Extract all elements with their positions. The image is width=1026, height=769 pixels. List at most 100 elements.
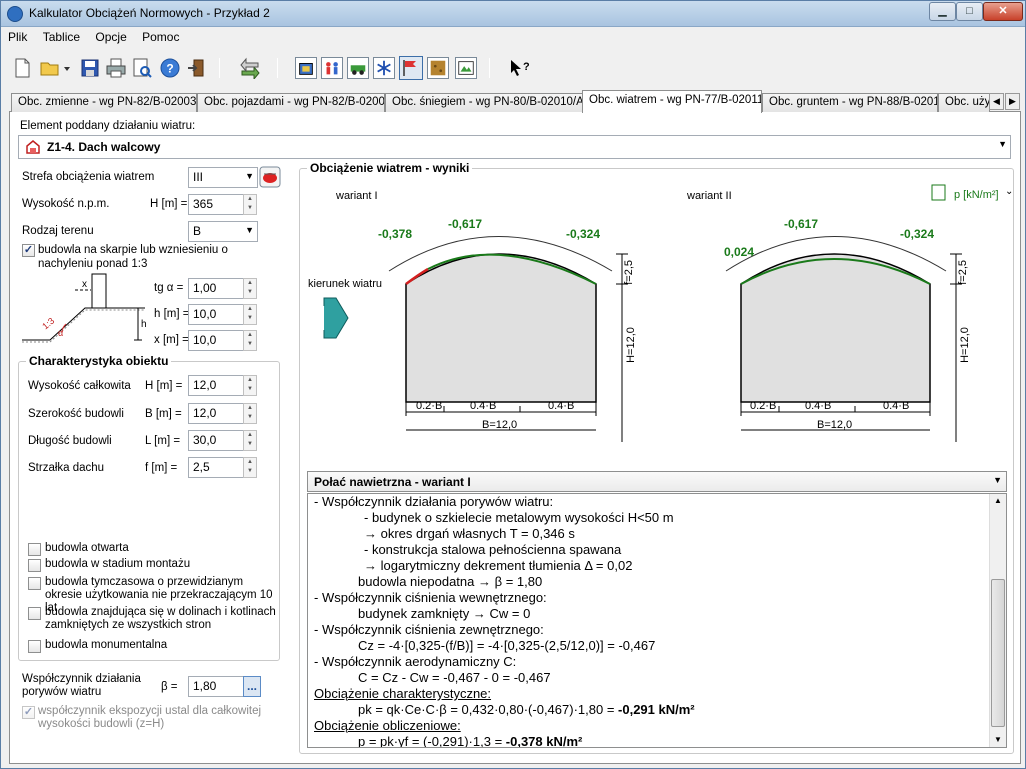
unit-toggle[interactable]: p [kN/m²] ⌄: [931, 184, 1012, 201]
spin-updown-icon[interactable]: ▲ ▼: [243, 304, 257, 325]
teren-select[interactable]: B ▼: [188, 221, 258, 242]
variant-ii-building: 0,024 -0,617 -0,324 0.2·B 0.4·B 0.4·B B=…: [724, 217, 971, 442]
tab-obc-gruntem[interactable]: Obc. gruntem - wg PN-88/B-02014: [762, 93, 938, 112]
tab-scroll-right-icon[interactable]: ▶: [1005, 93, 1020, 110]
toolbar-separator: [489, 58, 490, 78]
spin-updown-icon[interactable]: ▲ ▼: [243, 403, 257, 424]
menu-plik[interactable]: Plik: [1, 28, 32, 44]
variant-i-dim-b: B=12,0: [482, 419, 517, 431]
live-load-icon[interactable]: [321, 57, 343, 79]
variant-ii-dim-a2: 0.4·B: [805, 400, 831, 412]
close-button[interactable]: ✕: [983, 2, 1023, 21]
maximize-button[interactable]: □: [956, 2, 983, 21]
calc-scrollbar[interactable]: ▲ ▼: [989, 494, 1006, 747]
tab-obc-pojazdami[interactable]: Obc. pojazdami - wg PN-82/B-02004: [197, 93, 385, 112]
spin-updown-icon[interactable]: ▲ ▼: [243, 330, 257, 351]
skarpa-label: budowla na skarpie lub wzniesieniu o nac…: [38, 244, 228, 270]
beta-more-button[interactable]: ...: [243, 676, 261, 697]
wind-load-icon[interactable]: [399, 56, 423, 80]
chevron-down-icon: ⌄: [1005, 186, 1012, 197]
vehicle-load-icon[interactable]: [347, 57, 369, 79]
toolbar: ? ?: [1, 53, 1025, 83]
app-icon: [7, 6, 23, 22]
save-icon[interactable]: [79, 57, 101, 79]
spin-updown-icon[interactable]: ▲ ▼: [243, 194, 257, 215]
open-folder-icon[interactable]: [39, 57, 61, 79]
wind-map-icon[interactable]: [259, 166, 281, 188]
otwarta-checkbox[interactable]: [28, 543, 41, 556]
print-preview-icon[interactable]: [131, 57, 153, 79]
title-bar: Kalkulator Obciążeń Normowych - Przykład…: [1, 1, 1025, 27]
svg-text:?: ?: [166, 62, 173, 76]
calc-line: → logarytmiczny dekrement tłumienia Δ = …: [364, 558, 633, 573]
context-help-icon[interactable]: ?: [507, 57, 529, 79]
strzalka-input[interactable]: 2,5: [188, 457, 244, 478]
variant-i-left-value: -0,378: [378, 227, 412, 241]
skarpa-checkbox[interactable]: ✓: [22, 244, 35, 257]
sketch-h: h: [141, 319, 147, 330]
element-label: Element poddany działaniu wiatru:: [20, 120, 196, 132]
ekspozycja-label: współczynnik ekspozycji ustal dla całkow…: [38, 705, 262, 730]
beta-input[interactable]: 1,80: [188, 676, 244, 697]
new-document-icon[interactable]: [11, 57, 33, 79]
results-section-value: Połać nawietrzna - wariant I: [314, 475, 471, 489]
scroll-thumb[interactable]: [991, 579, 1005, 727]
tab-obc-uzyt[interactable]: Obc. użyt: [938, 93, 990, 112]
montaz-label: budowla w stadium montażu: [45, 558, 191, 570]
results-section-select[interactable]: Połać nawietrzna - wariant I ▼: [307, 471, 1007, 492]
menu-pomoc[interactable]: Pomoc: [135, 28, 184, 44]
calc-p-result: -0,378 kN/m²: [505, 734, 583, 748]
h-input[interactable]: 10,0: [188, 304, 244, 325]
montaz-checkbox[interactable]: [28, 559, 41, 572]
spin-updown-icon[interactable]: ▲ ▼: [243, 278, 257, 299]
element-select[interactable]: Z1-4. Dach walcowy ▼: [18, 135, 1011, 159]
szerokosc-input[interactable]: 12,0: [188, 403, 244, 424]
otwarta-label: budowla otwarta: [45, 542, 129, 554]
variant-ii-top-value: -0,617: [784, 217, 818, 231]
spin-updown-icon[interactable]: ▲ ▼: [243, 430, 257, 451]
soil-load-icon[interactable]: [427, 57, 449, 79]
results-title: Obciążenie wiatrem - wyniki: [307, 161, 473, 175]
arrows-icon[interactable]: [239, 57, 261, 79]
open-dropdown-icon[interactable]: [61, 57, 73, 79]
tymczasowa-checkbox[interactable]: [28, 577, 41, 590]
tab-obc-wiatrem[interactable]: Obc. wiatrem - wg PN-77/B-02011: [582, 90, 762, 113]
calc-line: - Współczynnik aerodynamiczny C:: [314, 654, 517, 669]
exit-icon[interactable]: [185, 57, 207, 79]
minimize-button[interactable]: ▁: [929, 2, 956, 21]
wys-calk-input[interactable]: 12,0: [188, 375, 244, 396]
tg-input[interactable]: 1,00: [188, 278, 244, 299]
tab-obc-sniegiem[interactable]: Obc. śniegiem - wg PN-80/B-02010/Az1: [385, 93, 585, 112]
monumentalna-checkbox[interactable]: [28, 640, 41, 653]
tab-obc-zmienne[interactable]: Obc. zmienne - wg PN-82/B-02003: [11, 93, 197, 112]
calc-pk-formula: pk = qk·Ce·C·β = 0,432·0,80·(-0,467)·1,8…: [358, 702, 619, 717]
help-icon[interactable]: ?: [159, 57, 181, 79]
strefa-select[interactable]: III ▼: [188, 167, 258, 188]
calc-line: p = pk·γf = (-0,291)·1,3 = -0,378 kN/m²: [358, 734, 583, 748]
ekspozycja-checkbox[interactable]: ✓: [22, 706, 35, 719]
variant-ii-dim-a1: 0.2·B: [750, 400, 776, 412]
dolina-checkbox[interactable]: [28, 607, 41, 620]
dead-load-icon[interactable]: [295, 57, 317, 79]
spin-updown-icon[interactable]: ▲ ▼: [243, 375, 257, 396]
print-icon[interactable]: [105, 57, 127, 79]
variant-i-right-value: -0,324: [566, 227, 600, 241]
menu-tablice[interactable]: Tablice: [36, 28, 85, 44]
spin-updown-icon[interactable]: ▲ ▼: [243, 457, 257, 478]
table-load-icon[interactable]: [455, 57, 477, 79]
x-input[interactable]: 10,0: [188, 330, 244, 351]
chevron-down-icon: ▼: [998, 139, 1007, 149]
dlugosc-input[interactable]: 30,0: [188, 430, 244, 451]
scroll-up-icon[interactable]: ▲: [990, 494, 1006, 508]
variant-i-dim-f: f=2,5: [623, 260, 635, 285]
calculation-text[interactable]: - Współczynnik działania porywów wiatru:…: [307, 493, 1007, 748]
chevron-down-icon: ▼: [245, 171, 254, 181]
wind-direction-label: kierunek wiatru: [308, 278, 382, 290]
tab-scroll-left-icon[interactable]: ◀: [989, 93, 1004, 110]
wysokosc-input[interactable]: 365: [188, 194, 244, 215]
roof-element-icon: [26, 140, 40, 154]
scroll-down-icon[interactable]: ▼: [990, 733, 1006, 747]
snow-load-icon[interactable]: [373, 57, 395, 79]
menu-opcje[interactable]: Opcje: [88, 28, 131, 44]
calc-p-formula: p = pk·γf = (-0,291)·1,3 =: [358, 734, 506, 748]
